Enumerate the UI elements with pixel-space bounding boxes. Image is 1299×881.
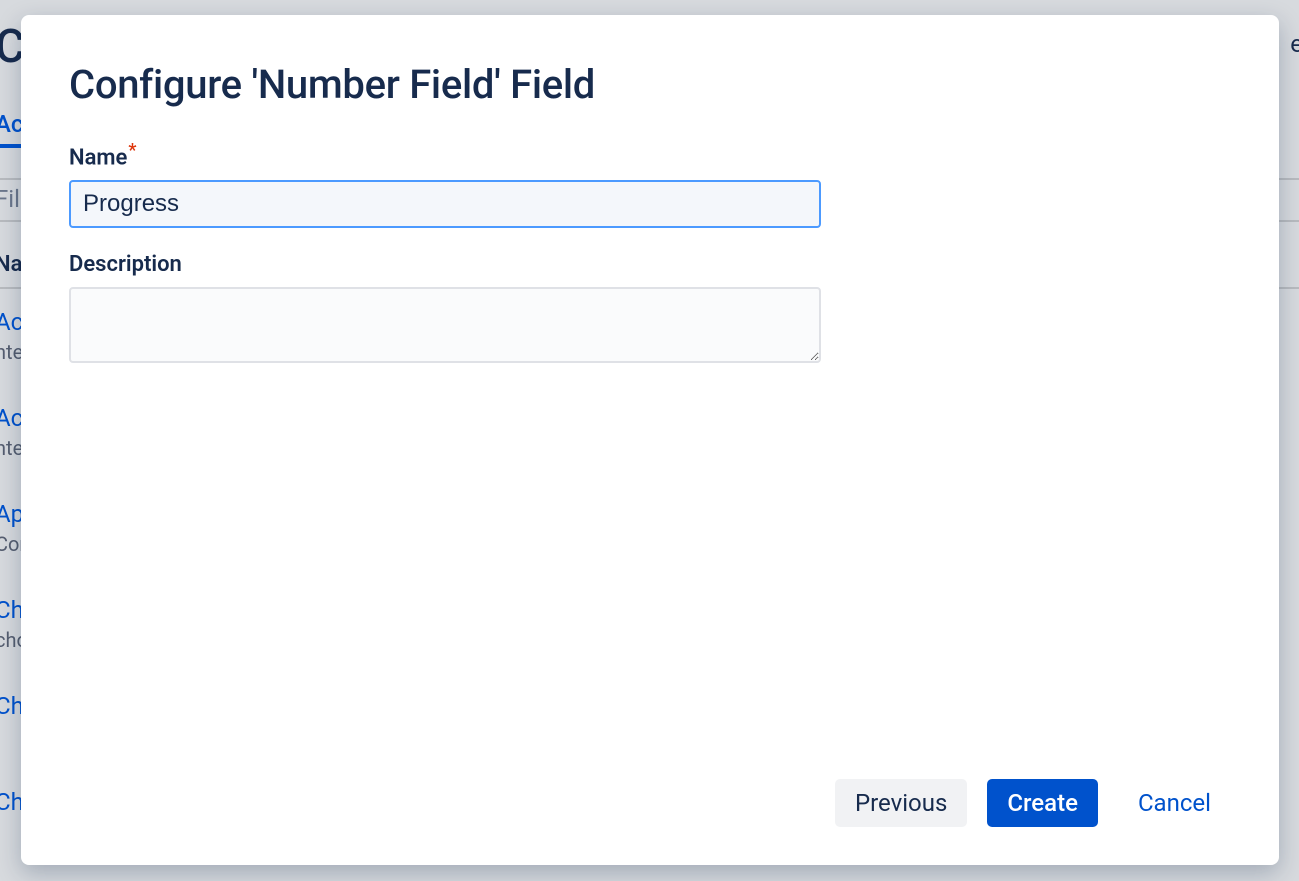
name-label: Name*: [69, 140, 1231, 170]
cancel-button[interactable]: Cancel: [1118, 779, 1231, 827]
name-label-text: Name: [69, 145, 127, 170]
description-label: Description: [69, 252, 1231, 277]
modal-title: Configure 'Number Field' Field: [69, 61, 1231, 108]
description-field-group: Description: [69, 252, 1231, 367]
previous-button[interactable]: Previous: [835, 779, 967, 827]
required-indicator: *: [128, 140, 136, 161]
modal-footer: Previous Create Cancel: [69, 779, 1231, 827]
name-input[interactable]: [69, 180, 821, 228]
name-field-group: Name*: [69, 140, 1231, 228]
page-right-fragment: e: [1290, 30, 1299, 58]
modal-form: Name* Description: [69, 140, 1231, 779]
description-textarea[interactable]: [69, 287, 821, 363]
configure-field-modal: Configure 'Number Field' Field Name* Des…: [21, 15, 1279, 865]
create-button[interactable]: Create: [987, 779, 1098, 827]
